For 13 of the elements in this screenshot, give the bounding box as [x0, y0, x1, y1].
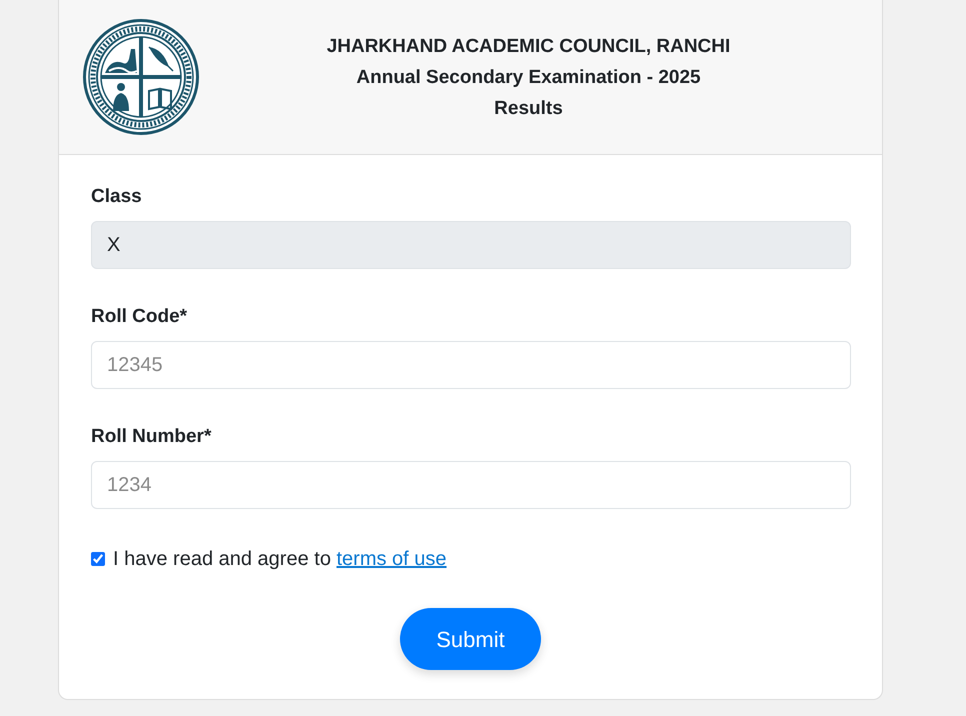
input-field[interactable]: 12345: [91, 341, 851, 389]
field-label: Roll Code*: [91, 305, 188, 329]
agree-checkbox[interactable]: [91, 552, 105, 566]
submit-button[interactable]: Submit: [400, 608, 541, 670]
field-label: Roll Number*: [91, 425, 212, 449]
terms-link[interactable]: terms of use: [336, 548, 447, 570]
header-title: Annual Secondary Examination - 2025: [356, 66, 701, 90]
header-title: Results: [494, 96, 563, 120]
header-title: JHARKHAND ACADEMIC COUNCIL, RANCHI: [326, 34, 730, 58]
field-label: Class: [91, 185, 142, 209]
seal-logo-icon: [83, 19, 199, 135]
input-field[interactable]: 1234: [91, 461, 851, 509]
agreement-text: I have read and agree to terms of use: [113, 547, 447, 572]
